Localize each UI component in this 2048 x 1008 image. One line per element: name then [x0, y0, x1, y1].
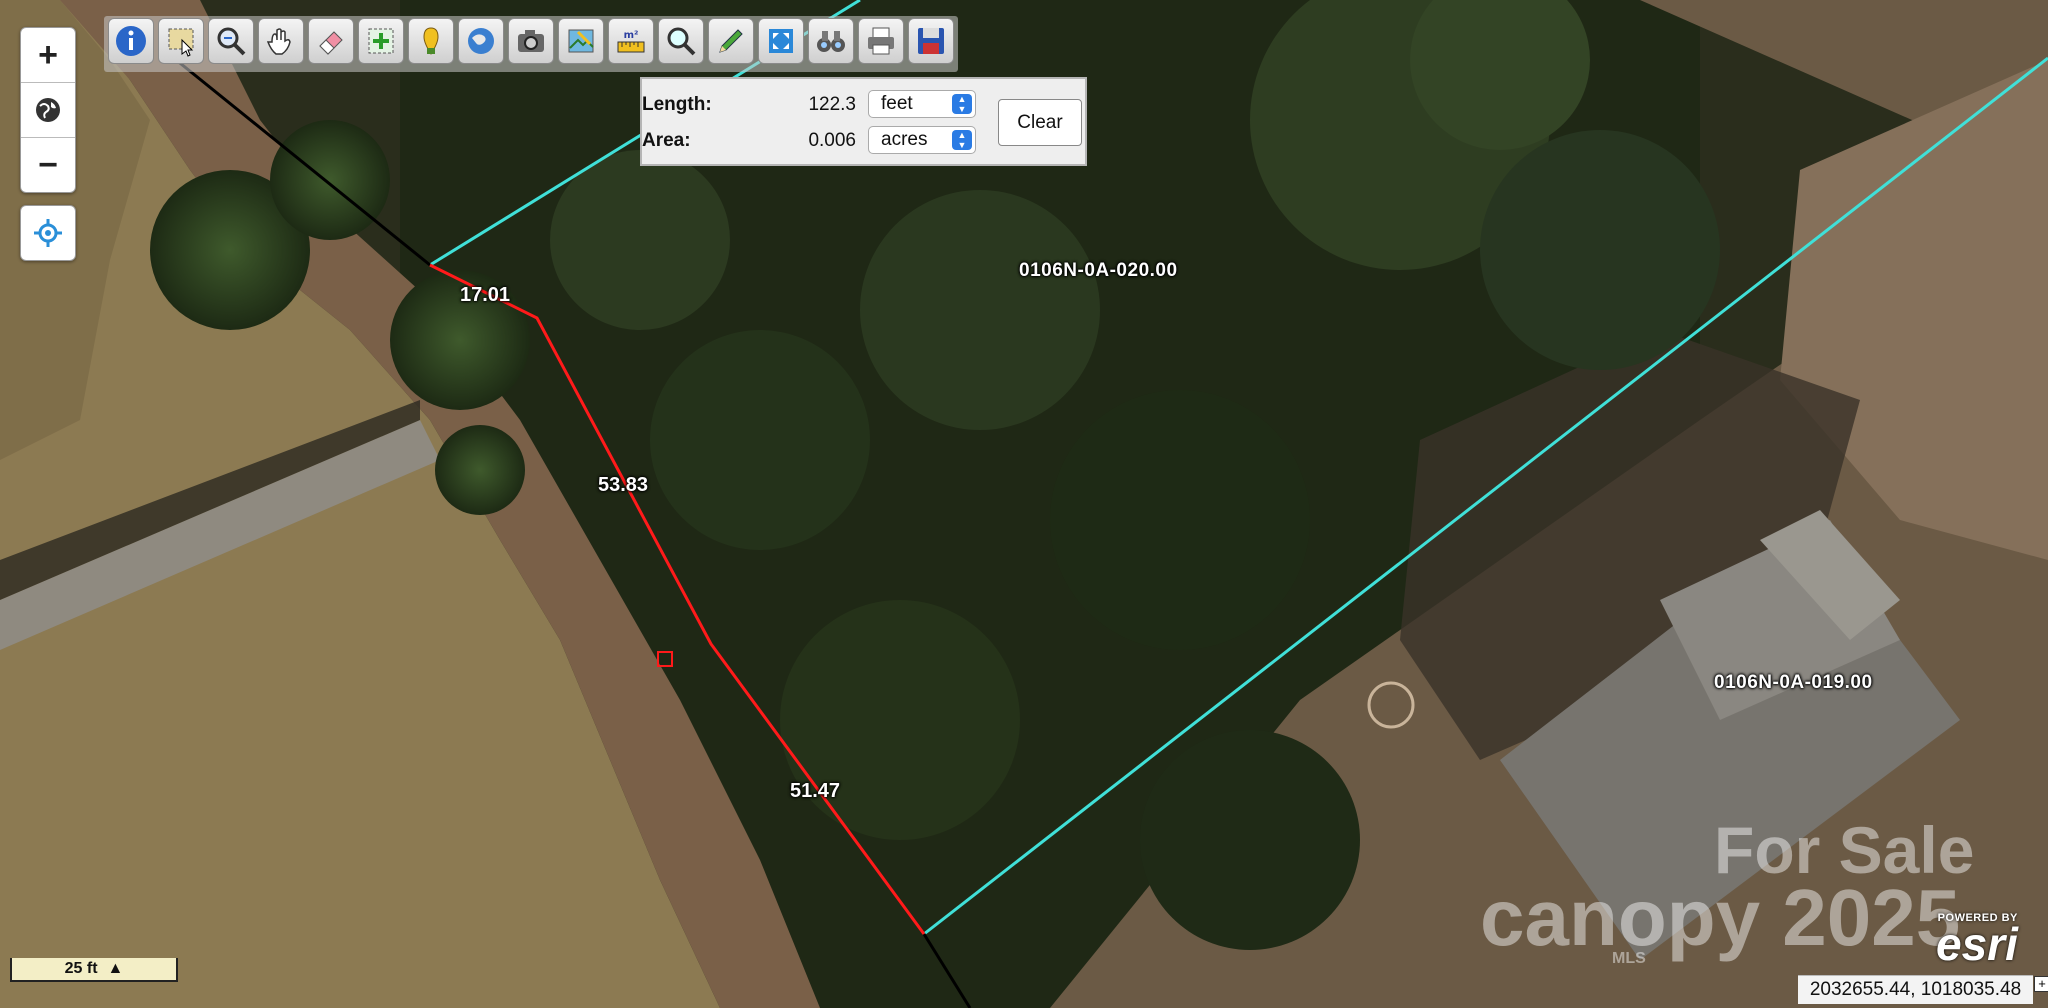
parcel-id-label: 0106N-0A-020.00: [1019, 260, 1178, 281]
save-tool-button[interactable]: [908, 18, 954, 64]
basemap-tool-button[interactable]: [458, 18, 504, 64]
identify-tool-button[interactable]: [108, 18, 154, 64]
add-feature-tool-button[interactable]: [358, 18, 404, 64]
length-unit-value: feet: [881, 93, 913, 114]
eraser-tool-button[interactable]: [308, 18, 354, 64]
segment-length-label: 17.01: [460, 284, 511, 306]
scale-bar[interactable]: 25 ft ▲: [10, 958, 178, 982]
measurement-panel: Length: 122.3 feet ▲ ▼ Area: 0.006 acres …: [640, 77, 1087, 166]
select-icon: [168, 28, 194, 57]
marker-tool-button[interactable]: [408, 18, 454, 64]
watermark-canopy: canopy 2025: [1480, 873, 1961, 962]
length-label: Length:: [642, 94, 712, 115]
area-unit-value: acres: [881, 129, 928, 150]
camera-icon: [518, 30, 544, 52]
search-icon: [667, 27, 696, 56]
length-unit-select[interactable]: feet ▲ ▼: [868, 90, 976, 118]
eraser-icon: [319, 31, 343, 55]
esri-attribution: POWERED BY esri: [1936, 912, 2018, 970]
home-extent-button[interactable]: [21, 83, 75, 138]
select-tool-button[interactable]: [158, 18, 204, 64]
crosshair-icon: [34, 219, 62, 247]
length-value: 122.3: [808, 94, 856, 115]
area-value: 0.006: [808, 130, 856, 151]
zoom-box-tool-button[interactable]: [208, 18, 254, 64]
expand-icon[interactable]: +: [2034, 976, 2048, 992]
globe-icon: [36, 98, 60, 122]
watermark-mls: MLS: [1612, 950, 1646, 967]
chevron-updown-icon: ▲ ▼: [952, 130, 972, 150]
pan-tool-button[interactable]: [258, 18, 304, 64]
area-label: Area:: [642, 130, 691, 151]
search-tool-button[interactable]: [658, 18, 704, 64]
measure-tool-button[interactable]: m²: [608, 18, 654, 64]
segment-length-label: 51.47: [790, 780, 841, 802]
print-icon: [868, 27, 894, 55]
zoom-box-icon: [217, 27, 246, 56]
marker-icon: [423, 27, 439, 55]
layers-edit-tool-button[interactable]: [558, 18, 604, 64]
fit-extent-tool-button[interactable]: [758, 18, 804, 64]
info-icon: [116, 26, 146, 56]
binoculars-icon: [817, 31, 845, 52]
screenshot-tool-button[interactable]: [508, 18, 554, 64]
segment-length-label: 53.83: [598, 474, 649, 496]
scale-label: 25 ft: [64, 960, 98, 977]
zoom-control: + −: [20, 27, 76, 193]
save-icon: [918, 28, 944, 54]
triangle-up-icon: ▲: [107, 960, 124, 977]
parcel-id-label: 0106N-0A-019.00: [1714, 672, 1873, 693]
pan-icon: [266, 28, 291, 55]
layers-edit-icon: [568, 29, 594, 53]
zoom-in-button[interactable]: +: [21, 28, 75, 83]
print-tool-button[interactable]: [858, 18, 904, 64]
svg-text:m²: m²: [624, 30, 639, 41]
chevron-updown-icon: ▲ ▼: [952, 94, 972, 114]
fit-extent-icon: [769, 29, 793, 53]
measure-icon: m²: [617, 30, 645, 53]
add-feature-icon: [368, 28, 394, 54]
area-unit-select[interactable]: acres ▲ ▼: [868, 126, 976, 154]
coordinate-readout: 2032655.44, 1018035.48: [1798, 975, 2033, 1004]
globe-icon: [468, 28, 494, 54]
esri-logo: esri: [1936, 918, 2018, 970]
zoom-out-button[interactable]: −: [21, 138, 75, 192]
map-toolbar: m²: [104, 16, 958, 72]
binoculars-tool-button[interactable]: [808, 18, 854, 64]
draw-tool-button[interactable]: [708, 18, 754, 64]
draw-icon: [719, 29, 743, 53]
clear-button[interactable]: Clear: [998, 99, 1082, 146]
locate-button[interactable]: [20, 205, 76, 261]
